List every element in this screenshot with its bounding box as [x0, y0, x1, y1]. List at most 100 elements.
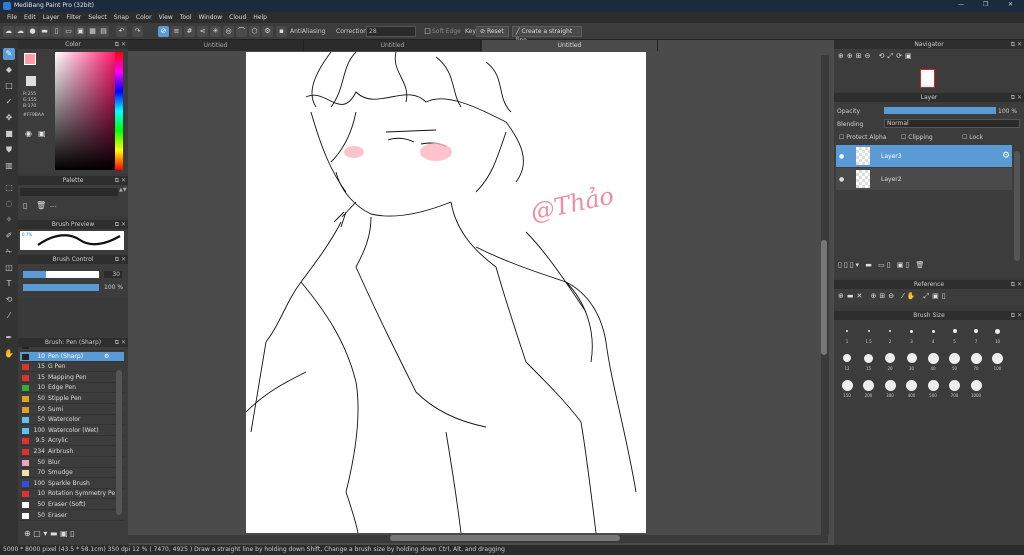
navigator-tool-icons[interactable]: ⊕⊕⊞⊖ ⟲⤢⟳▣: [838, 52, 915, 61]
magic-wand-tool-icon[interactable]: ✧: [3, 214, 15, 226]
brush-item[interactable]: 50 Stipple Pen: [20, 394, 124, 404]
menu-file[interactable]: File: [7, 12, 17, 23]
brush-tool-icon[interactable]: ✎: [3, 48, 15, 60]
snap-off-icon[interactable]: ⊘: [158, 26, 169, 37]
menu-filter[interactable]: Filter: [66, 12, 81, 23]
snap-circle-icon[interactable]: ◎: [223, 26, 234, 37]
palette-add-icon[interactable]: ▯: [23, 201, 27, 210]
brush-item[interactable]: 15 G Pen: [20, 362, 124, 373]
hand-tool-icon[interactable]: ✋: [3, 348, 15, 360]
divide-tool-icon[interactable]: ◫: [3, 262, 15, 274]
move-tool-icon[interactable]: ✥: [3, 112, 15, 124]
brush-item[interactable]: 50 Watercolor: [20, 415, 124, 426]
brush-item[interactable]: 10 Pen (Sharp) ⚙: [20, 351, 124, 362]
brush-size-option[interactable]: 10: [989, 325, 1007, 344]
brush-size-option[interactable]: 4: [924, 325, 942, 344]
brush-size-option[interactable]: 2: [881, 325, 899, 344]
brush-size-option[interactable]: 700: [946, 379, 964, 398]
brush-item[interactable]: 50 Sumi: [20, 405, 124, 415]
grid-icon[interactable]: ▦: [87, 26, 98, 37]
brush-size-option[interactable]: 1: [838, 325, 856, 344]
dot-tool-icon[interactable]: □: [3, 80, 15, 92]
menu-layer[interactable]: Layer: [43, 12, 60, 23]
brush-item[interactable]: 15 Mapping Pen: [20, 373, 124, 383]
transparent-swatch[interactable]: [26, 76, 36, 86]
palette-list[interactable]: [20, 188, 118, 196]
navigator-thumbnail[interactable]: [920, 69, 935, 88]
brush-size-option[interactable]: 5: [946, 325, 964, 344]
menu-window[interactable]: Window: [198, 12, 222, 23]
close-icon[interactable]: ✕: [1008, 1, 1013, 8]
layer-row-layer2[interactable]: ● Layer2: [836, 168, 1012, 190]
layer-action-icons[interactable]: ▯▯▯▾ ▬ ▭▯ ▣▯ 🗑: [838, 261, 926, 269]
horizontal-scroll-thumb[interactable]: [390, 535, 620, 541]
brush-size-option[interactable]: 20: [881, 352, 899, 371]
blending-select[interactable]: Normal: [884, 119, 1020, 128]
vertical-scroll-thumb[interactable]: [821, 240, 827, 355]
vertical-scrollbar[interactable]: [821, 55, 829, 535]
tab-untitled-3[interactable]: Untitled: [482, 40, 658, 51]
horizontal-scrollbar[interactable]: [128, 535, 828, 543]
correction-select[interactable]: 28: [366, 26, 416, 37]
fill-shape-tool-icon[interactable]: ■: [3, 128, 15, 140]
cloud-save-icon[interactable]: ☁: [15, 26, 26, 37]
menu-tool[interactable]: Tool: [180, 12, 192, 23]
restore-icon[interactable]: ❐: [983, 1, 988, 8]
color-mode-icon[interactable]: ◉: [25, 129, 32, 138]
brush-settings-icon[interactable]: ⚙: [104, 352, 109, 362]
brush-size-option[interactable]: 300: [881, 379, 899, 398]
tab-untitled-2[interactable]: Untitled: [305, 40, 481, 51]
brush-item[interactable]: 50 Eraser (Soft): [20, 500, 124, 510]
snap-cross-icon[interactable]: #: [184, 26, 195, 37]
cloud-icon[interactable]: ☁: [3, 26, 14, 37]
brush-size-slider[interactable]: [23, 271, 99, 278]
redo-icon[interactable]: ↷: [132, 26, 143, 37]
panel-controls-icon[interactable]: ⧉ ✕: [115, 220, 126, 229]
select-tool-icon[interactable]: ✓: [3, 96, 15, 108]
hue-slider[interactable]: [115, 52, 123, 170]
gradient-tool-icon[interactable]: ▥: [3, 160, 15, 172]
snap-polygon-icon[interactable]: ⬡: [249, 26, 260, 37]
protect-alpha-checkbox[interactable]: ☐ Protect Alpha: [839, 134, 886, 141]
layout-icon[interactable]: ▤: [98, 26, 109, 37]
brush-size-option[interactable]: 30: [903, 352, 921, 371]
brush-item[interactable]: 234 Airbrush: [20, 447, 124, 457]
panel-controls-icon[interactable]: ⧉ ✕: [115, 40, 126, 49]
operation-tool-icon[interactable]: ⟲: [3, 294, 15, 306]
brush-item[interactable]: 70 Smudge: [20, 468, 124, 479]
brush-item[interactable]: 9.5 Acrylic: [20, 436, 124, 447]
panel-controls-icon[interactable]: ⧉ ✕: [1011, 93, 1022, 102]
brush-size-option[interactable]: 1000: [967, 379, 985, 398]
saturation-value-picker[interactable]: [55, 52, 115, 170]
panel-controls-icon[interactable]: ⧉ ✕: [115, 176, 126, 185]
text-tool-icon[interactable]: T: [3, 278, 15, 290]
chat-icon[interactable]: ●: [27, 26, 38, 37]
brush-size-option[interactable]: 3: [903, 325, 921, 344]
brush-item[interactable]: 50 Eraser: [20, 511, 124, 521]
comment-icon[interactable]: ▬: [39, 26, 50, 37]
brush-item[interactable]: 100 Watercolor (Wet): [20, 426, 124, 436]
brush-opacity-slider[interactable]: [23, 284, 99, 291]
drawing-canvas[interactable]: @Thảo: [246, 52, 646, 533]
reset-button[interactable]: ⊘ Reset: [476, 26, 509, 37]
menu-select[interactable]: Select: [88, 12, 107, 23]
select-eraser-tool-icon[interactable]: ✁: [3, 246, 15, 258]
eraser-tool-icon[interactable]: ◆: [3, 64, 15, 76]
brush-size-option[interactable]: 40: [924, 352, 942, 371]
brush-size-option[interactable]: 1.5: [860, 325, 878, 344]
new-file-icon[interactable]: ▯: [51, 26, 62, 37]
brush-item[interactable]: 10 Edge Pen: [20, 383, 124, 394]
layer-row-layer3[interactable]: ● Layer3 ⚙: [836, 145, 1012, 167]
lock-checkbox[interactable]: ☐ Lock: [962, 134, 983, 141]
undo-icon[interactable]: ↶: [116, 26, 127, 37]
lasso-tool-icon[interactable]: ◌: [3, 198, 15, 210]
minimize-icon[interactable]: —: [958, 1, 964, 8]
brush-list-scrollbar[interactable]: [116, 370, 122, 515]
menu-snap[interactable]: Snap: [114, 12, 129, 23]
menu-view[interactable]: View: [159, 12, 173, 23]
panel-controls-icon[interactable]: ⧉ ✕: [1011, 280, 1022, 289]
clipping-checkbox[interactable]: ☐ Clipping: [901, 134, 933, 141]
color-palette-icon[interactable]: ▣: [38, 129, 46, 138]
panel-controls-icon[interactable]: ⧉ ✕: [115, 338, 126, 347]
select-pen-tool-icon[interactable]: ✐: [3, 230, 15, 242]
